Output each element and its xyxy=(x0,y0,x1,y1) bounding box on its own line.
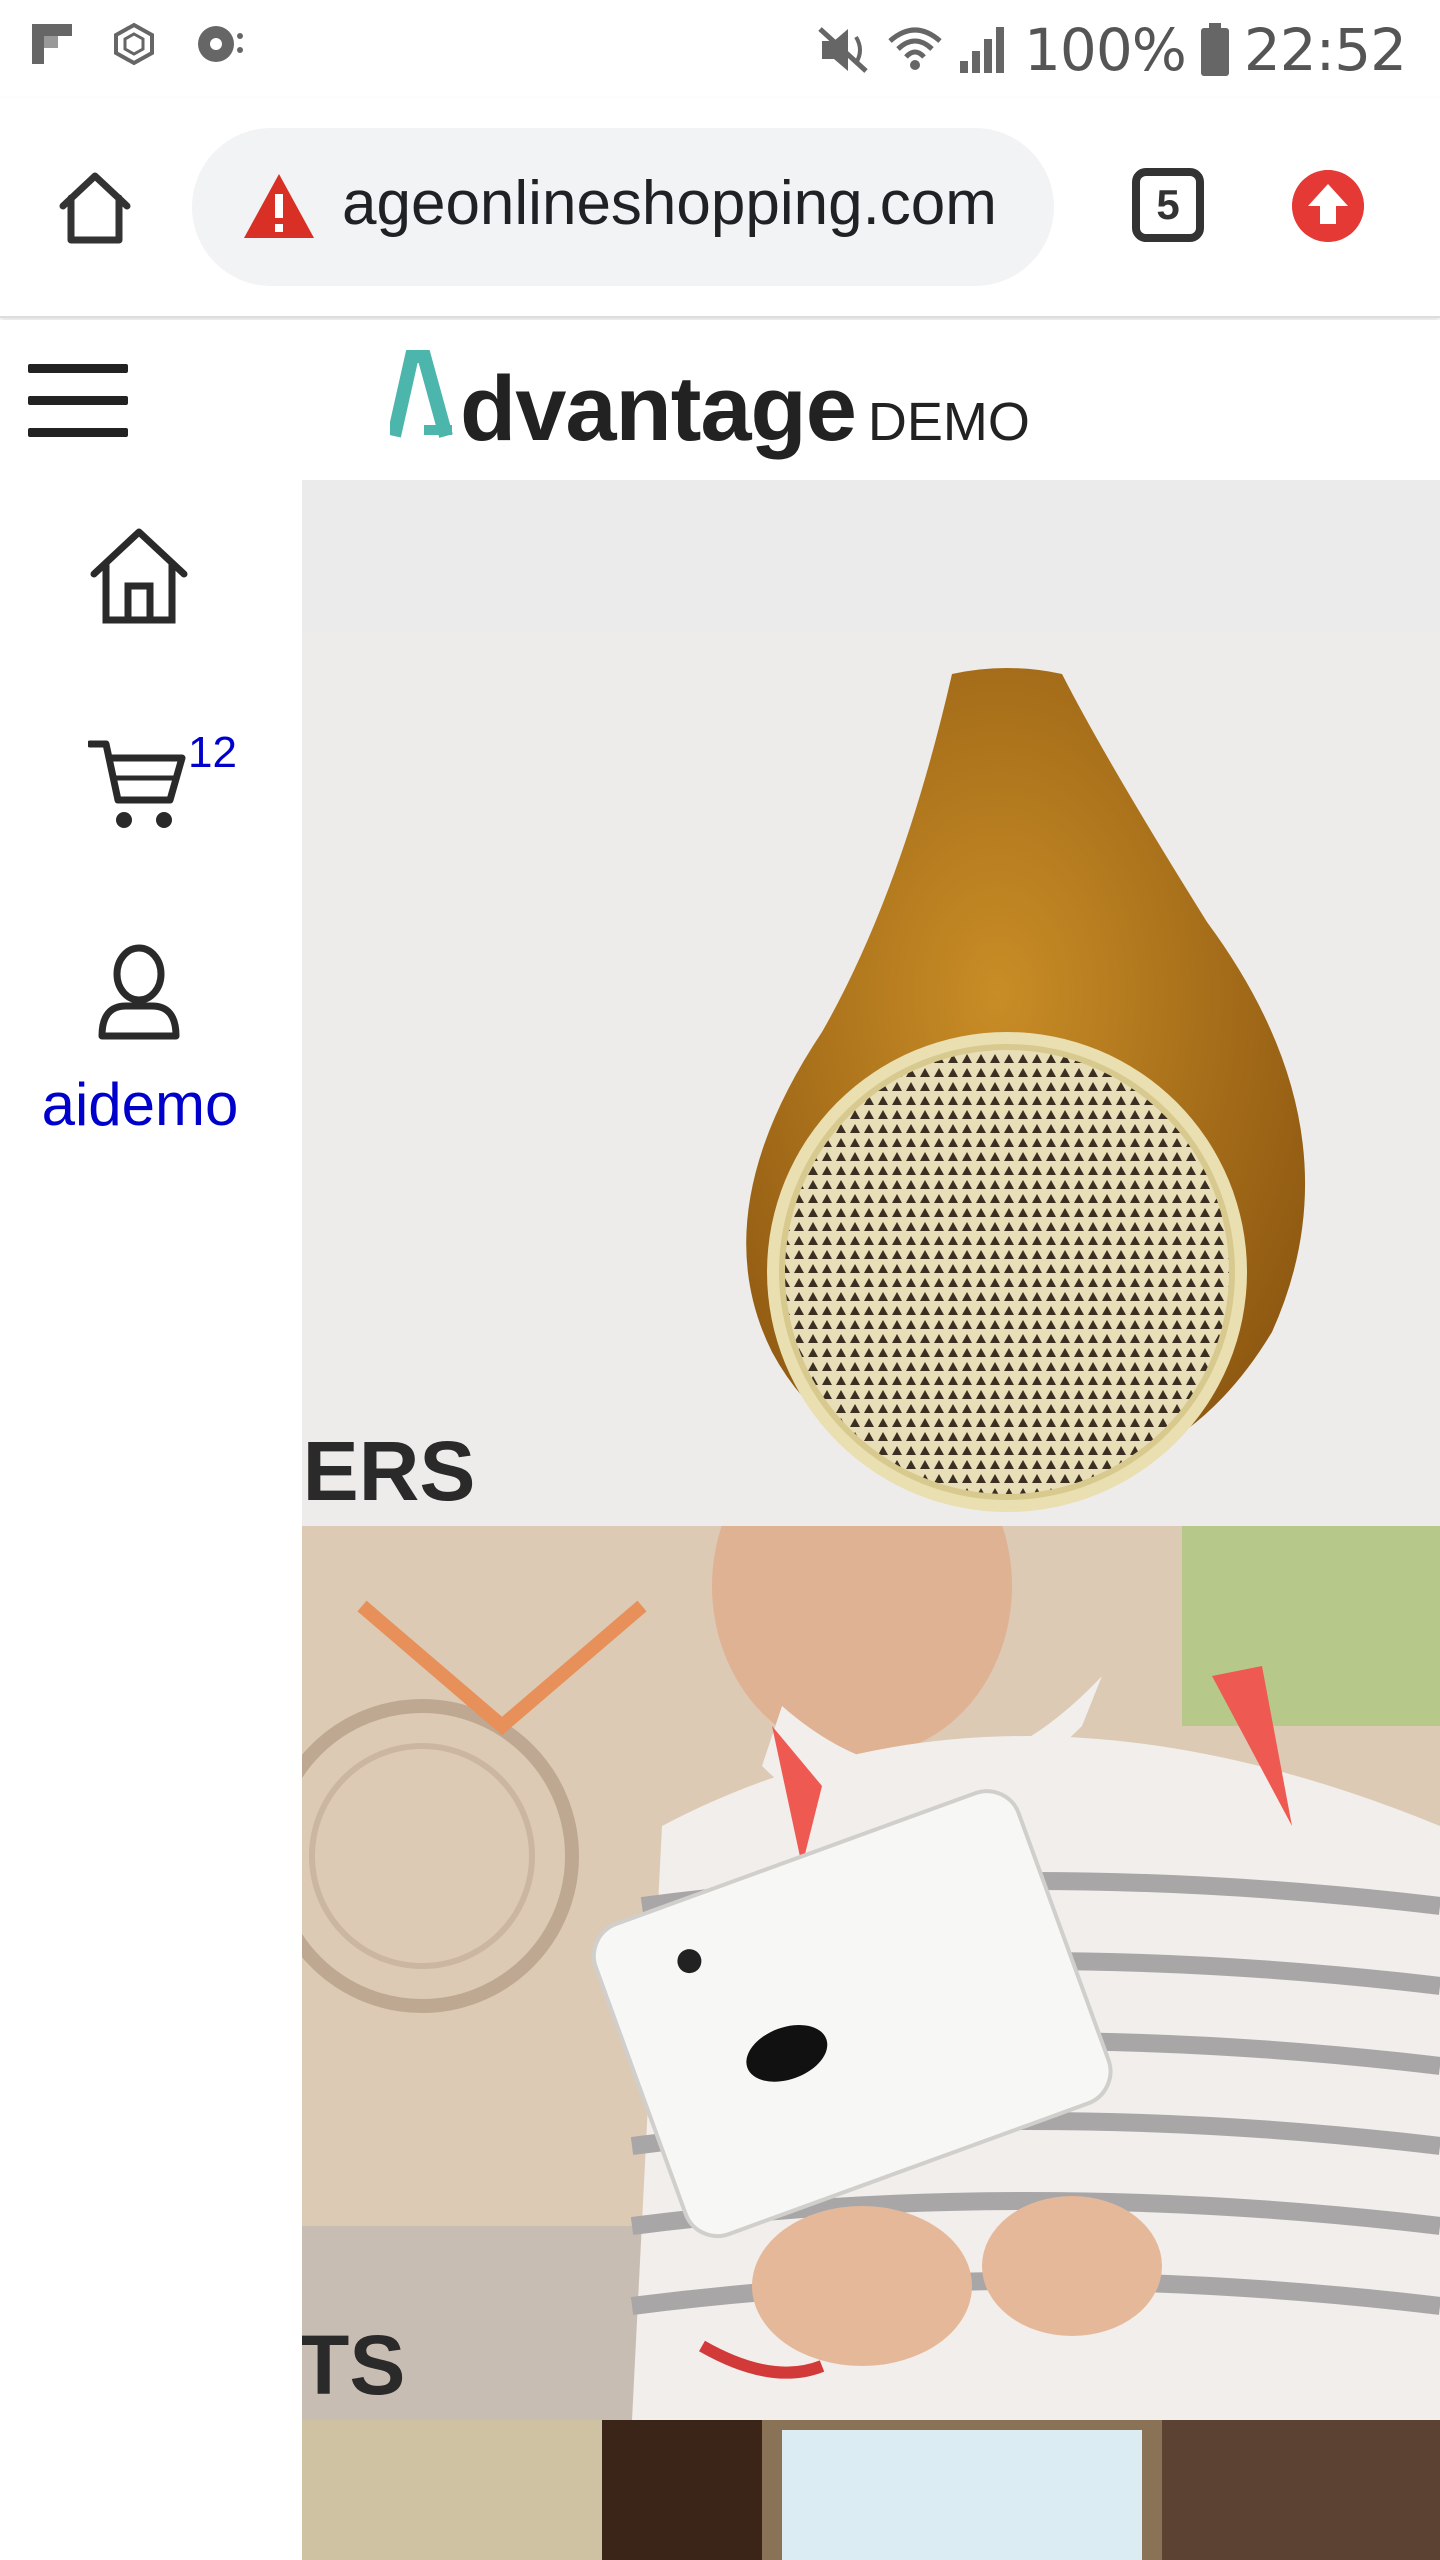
logo-name: dvantage xyxy=(460,358,857,460)
warning-icon[interactable] xyxy=(242,172,316,240)
flipboard-icon xyxy=(32,24,72,64)
cart-icon[interactable] xyxy=(88,738,188,832)
signal-icon xyxy=(960,27,1005,73)
home-icon[interactable] xyxy=(88,526,190,626)
logo-demo: DEMO xyxy=(867,392,1030,452)
category-next[interactable] xyxy=(302,2420,1440,2560)
side-menu: 12 aidemo xyxy=(0,480,302,2560)
wifi-icon xyxy=(888,27,942,70)
category-label: KERS xyxy=(302,1424,476,1518)
speaker-image xyxy=(746,668,1306,1512)
main-content: KERS xyxy=(302,480,1440,2560)
tab-switcher-icon[interactable]: 5 xyxy=(1132,168,1204,242)
menu-icon[interactable] xyxy=(28,360,128,440)
address-bar[interactable]: ageonlineshopping.com xyxy=(192,128,1054,286)
battery-icon xyxy=(1200,23,1229,76)
logo-mark-icon xyxy=(390,350,453,438)
status-system: 100% 22:52 xyxy=(816,16,1407,84)
status-notifications xyxy=(30,22,250,66)
tablet-photo xyxy=(302,1526,1440,2420)
browser-toolbar: ageonlineshopping.com 5 xyxy=(0,98,1440,318)
mute-icon xyxy=(818,27,868,73)
battery-percent: 100% xyxy=(1024,16,1187,84)
search-band xyxy=(302,480,1440,632)
tab-count: 5 xyxy=(1156,181,1180,228)
site-header: dvantage DEMO xyxy=(0,320,1440,480)
category-photo xyxy=(302,2420,1440,2560)
site-logo[interactable]: dvantage DEMO xyxy=(390,350,1030,462)
user-icon[interactable] xyxy=(96,944,182,1044)
app-icon xyxy=(114,22,154,66)
status-bar: 100% 22:52 xyxy=(0,0,1440,98)
url-text[interactable]: ageonlineshopping.com xyxy=(342,168,997,239)
category-tablets[interactable]: ETS xyxy=(302,1526,1440,2420)
category-label: ETS xyxy=(302,2318,406,2412)
category-speakers[interactable]: KERS xyxy=(302,632,1440,1526)
clock: 22:52 xyxy=(1243,16,1407,84)
user-name-link[interactable]: aidemo xyxy=(0,1070,280,1139)
cart-count-badge: 12 xyxy=(188,728,237,777)
home-icon[interactable] xyxy=(55,168,135,248)
update-icon[interactable] xyxy=(1292,170,1364,242)
podcast-icon xyxy=(198,26,243,62)
